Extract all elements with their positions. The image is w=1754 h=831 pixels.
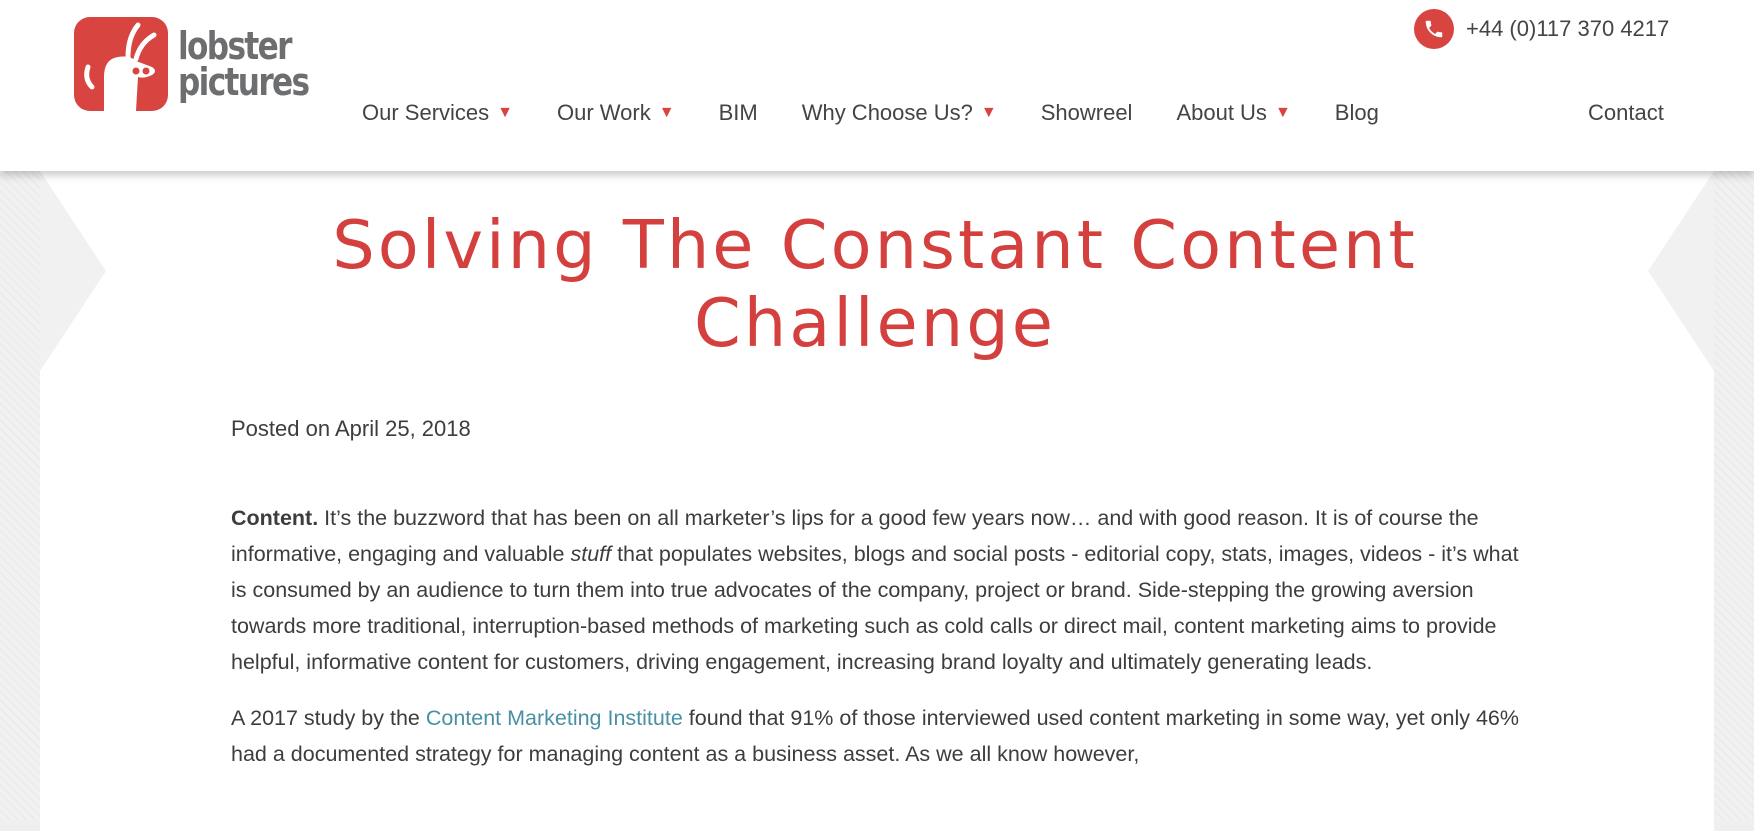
nav-label: Our Services bbox=[362, 100, 490, 125]
nav-item-our-services[interactable]: Our Services ▼ bbox=[362, 100, 513, 126]
posted-prefix: Posted on bbox=[231, 416, 331, 441]
content-marketing-institute-link[interactable]: Content Marketing Institute bbox=[426, 706, 683, 730]
nav-item-about-us[interactable]: About Us ▼ bbox=[1176, 100, 1290, 126]
logo-line2: pictures bbox=[178, 60, 310, 104]
caret-down-icon: ▼ bbox=[1274, 104, 1291, 121]
lobster-logo-icon bbox=[74, 17, 168, 111]
article-body: Content. It’s the buzzword that has been… bbox=[231, 500, 1531, 792]
caret-down-icon: ▼ bbox=[980, 104, 997, 121]
nav-item-why-choose-us[interactable]: Why Choose Us? ▼ bbox=[802, 100, 997, 126]
logo-link[interactable]: lobster pictures bbox=[74, 16, 310, 112]
nav-label: Why Choose Us? bbox=[801, 100, 973, 125]
logo-wordmark: lobster pictures bbox=[178, 24, 310, 104]
nav-label: BIM bbox=[718, 100, 758, 125]
emphasis-text: stuff bbox=[570, 542, 612, 566]
nav-label: Blog bbox=[1334, 100, 1379, 125]
main-nav: Our Services ▼ Our Work ▼ BIM Why Choose… bbox=[362, 92, 1423, 134]
logo-line1: lobster bbox=[178, 24, 293, 68]
phone-contact[interactable]: +44 (0)117 370 4217 bbox=[1414, 8, 1669, 50]
paragraph-lead: Content. bbox=[231, 506, 319, 530]
decorative-chevron-left bbox=[40, 171, 106, 371]
decorative-chevron-right bbox=[1648, 171, 1714, 371]
paragraph-text: A 2017 study by the bbox=[231, 706, 426, 730]
nav-item-showreel[interactable]: Showreel bbox=[1041, 100, 1133, 126]
nav-item-our-work[interactable]: Our Work ▼ bbox=[557, 100, 675, 126]
phone-icon bbox=[1414, 9, 1454, 49]
site-header: lobster pictures +44 (0)117 370 4217 Our… bbox=[0, 0, 1754, 171]
caret-down-icon: ▼ bbox=[658, 104, 675, 121]
nav-label: About Us bbox=[1176, 100, 1267, 125]
nav-label: Our Work bbox=[557, 100, 651, 125]
page-title: Solving The Constant Content Challenge bbox=[332, 206, 1418, 362]
phone-number[interactable]: +44 (0)117 370 4217 bbox=[1466, 16, 1669, 42]
posted-date: April 25, 2018 bbox=[334, 416, 471, 441]
caret-down-icon: ▼ bbox=[497, 104, 513, 121]
post-date: Posted on April 25, 2018 bbox=[231, 416, 471, 442]
nav-label: Showreel bbox=[1040, 100, 1133, 125]
article-paragraph: A 2017 study by the Content Marketing In… bbox=[231, 700, 1531, 772]
nav-item-blog[interactable]: Blog bbox=[1335, 100, 1379, 126]
nav-item-bim[interactable]: BIM bbox=[719, 100, 758, 126]
nav-item-contact[interactable]: Contact bbox=[1588, 92, 1664, 134]
article-paragraph: Content. It’s the buzzword that has been… bbox=[231, 500, 1531, 680]
